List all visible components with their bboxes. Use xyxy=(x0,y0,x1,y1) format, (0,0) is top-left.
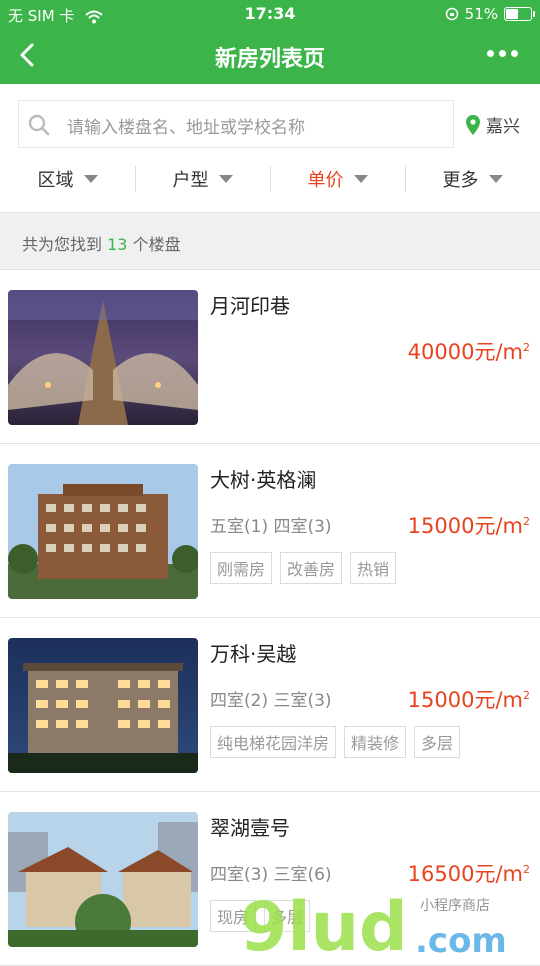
status-bar: 无 SIM 卡 17:34 51% xyxy=(0,0,540,28)
more-dots-icon[interactable] xyxy=(487,50,518,57)
page-title: 新房列表页 xyxy=(214,47,325,72)
listing-tags: 纯电梯花园洋房 精装修 多层 xyxy=(210,726,461,758)
listing-name: 大树·英格澜 xyxy=(210,468,317,492)
tag: 纯电梯花园洋房 xyxy=(210,726,337,758)
filter-label: 区域 xyxy=(37,170,74,191)
search-area: 请输入楼盘名、地址或学校名称 嘉兴 区域 户型 单价 更多 xyxy=(0,84,540,213)
filter-label: 单价 xyxy=(307,170,344,191)
listing-name: 月河印巷 xyxy=(210,294,290,318)
result-count: 13 xyxy=(107,235,128,254)
tag: 热销 xyxy=(350,552,397,584)
battery-percent: 51% xyxy=(464,5,498,23)
filter-more[interactable]: 更多 xyxy=(405,158,540,200)
caret-down-icon xyxy=(488,175,503,183)
filter-unit-price[interactable]: 单价 xyxy=(270,158,405,200)
battery-icon xyxy=(504,7,535,21)
location-pin-icon xyxy=(466,114,480,135)
listing-name: 翠湖壹号 xyxy=(210,816,290,840)
listing-list: 月河印巷 40000元/m2 大树·英格澜 五室(1) 四室(3) 15000元… xyxy=(0,270,540,966)
listing-price: 40000元/m2 xyxy=(407,340,530,364)
listing-rooms: 四室(3) 三室(6) xyxy=(210,865,332,885)
listing-price: 15000元/m2 xyxy=(407,514,530,538)
tag: 多层 xyxy=(414,726,461,758)
tag: 精装修 xyxy=(344,726,407,758)
tag: 改善房 xyxy=(280,552,343,584)
top-bar: 无 SIM 卡 17:34 51% 新房列表页 xyxy=(0,0,540,84)
listing-card[interactable]: 月河印巷 40000元/m2 xyxy=(0,270,540,444)
filter-bar: 区域 户型 单价 更多 xyxy=(0,158,540,200)
tag: 现房 xyxy=(210,900,257,932)
listing-image xyxy=(8,464,198,599)
result-summary: 共为您找到 13 个楼盘 xyxy=(0,213,540,270)
listing-card[interactable]: 翠湖壹号 四室(3) 三室(6) 16500元/m2 现房 多层 xyxy=(0,792,540,966)
listing-card[interactable]: 大树·英格澜 五室(1) 四室(3) 15000元/m2 刚需房 改善房 热销 xyxy=(0,444,540,618)
search-placeholder: 请输入楼盘名、地址或学校名称 xyxy=(67,118,305,138)
caret-down-icon xyxy=(218,175,233,183)
listing-name: 万科·吴越 xyxy=(210,642,297,666)
city-selector[interactable]: 嘉兴 xyxy=(466,112,520,137)
listing-rooms: 五室(1) 四室(3) xyxy=(210,517,332,537)
summary-prefix: 共为您找到 xyxy=(22,235,103,254)
filter-region[interactable]: 区域 xyxy=(0,158,135,200)
listing-tags: 现房 多层 xyxy=(210,900,311,932)
search-icon xyxy=(28,114,50,136)
filter-label: 户型 xyxy=(172,170,209,191)
orientation-lock-icon xyxy=(445,7,458,21)
listing-card[interactable]: 万科·吴越 四室(2) 三室(3) 15000元/m2 纯电梯花园洋房 精装修 … xyxy=(0,618,540,792)
city-name: 嘉兴 xyxy=(486,117,520,137)
listing-tags: 刚需房 改善房 热销 xyxy=(210,552,397,584)
listing-image xyxy=(8,812,198,947)
listing-rooms: 四室(2) 三室(3) xyxy=(210,691,332,711)
listing-image xyxy=(8,290,198,425)
caret-down-icon xyxy=(83,175,98,183)
filter-layout[interactable]: 户型 xyxy=(135,158,270,200)
tag: 多层 xyxy=(264,900,311,932)
summary-suffix: 个楼盘 xyxy=(132,235,181,254)
listing-price: 16500元/m2 xyxy=(407,862,530,886)
search-input[interactable]: 请输入楼盘名、地址或学校名称 xyxy=(18,100,454,148)
filter-label: 更多 xyxy=(442,170,479,191)
tag: 刚需房 xyxy=(210,552,273,584)
listing-price: 15000元/m2 xyxy=(407,688,530,712)
caret-down-icon xyxy=(353,175,368,183)
listing-image xyxy=(8,638,198,773)
